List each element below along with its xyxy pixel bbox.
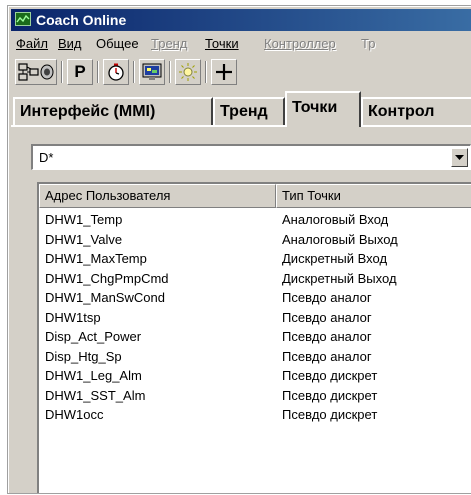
chart-window-icon [15,12,31,26]
tab-label: Тренд [220,103,268,120]
network-connect-icon [18,63,54,81]
toolbar-separator [133,61,135,83]
column-header-point-type[interactable]: Тип Точки [276,184,471,208]
table-row[interactable]: DHW1_ChgPmpCmd Дискретный Выход [39,269,471,289]
column-header-user-address[interactable]: Адрес Пользователя [39,184,276,208]
tab-strip: Интерфейс (MMI) Тренд Точки Контрол [11,91,471,131]
menu-trend-label: Тренд [151,36,188,51]
table-row[interactable]: DHW1_ManSwCond Псевдо аналог [39,288,471,308]
window-title: Coach Online [36,12,127,28]
tab-baseline [11,125,471,127]
table-row[interactable]: DHW1_Valve Аналоговый Выход [39,230,471,250]
cell-point-type: Псевдо дискрет [282,407,378,422]
cell-point-type: Псевдо аналог [282,309,372,325]
table-row[interactable]: DHW1occ Псевдо дискрет [39,405,471,425]
table-row[interactable]: DHW1_Leg_Alm Псевдо дискрет [39,366,471,386]
tab-points[interactable]: Точки [285,91,361,127]
table-row[interactable]: DHW1_SST_Alm Псевдо дискрет [39,386,471,406]
menu-controller-label: Контроллер [264,36,336,51]
connect-button[interactable] [15,59,57,85]
cell-user-address: DHW1_ChgPmpCmd [45,270,169,286]
cell-user-address: DHW1tsp [45,309,101,325]
filter-combobox[interactable]: D* [31,144,471,170]
cell-point-type: Псевдо аналог [282,329,372,344]
toolbar: P [11,59,471,87]
cell-user-address: DHW1_SST_Alm [45,387,146,403]
cell-user-address: DHW1_MaxTemp [45,251,147,266]
table-row[interactable]: DHW1_MaxTemp Дискретный Вход [39,249,471,269]
plus-icon [216,64,232,80]
menu-trend[interactable]: Тренд [148,33,190,55]
menu-general-label: Общее [96,36,139,51]
list-rows: DHW1_Temp Аналоговый Вход DHW1_Valve Аналог… [39,210,471,425]
menu-overflow[interactable]: Тр [358,33,378,55]
toolbar-separator [169,61,171,83]
menu-view[interactable]: Вид [55,33,85,55]
cell-point-type: Дискретный Выход [282,270,397,286]
menu-points[interactable]: Точки [202,33,242,55]
app-window: Coach Online Файл Вид Общее Тренд Точки … [8,6,471,493]
cell-user-address: Disp_Htg_Sp [45,348,122,364]
tab-controller[interactable]: Контрол [361,97,471,125]
timer-button[interactable] [103,59,129,85]
add-button[interactable] [211,59,237,85]
toolbar-separator [97,61,99,83]
tab-interface-mmi[interactable]: Интерфейс (MMI) [13,97,213,125]
chevron-down-icon [455,155,464,160]
cell-point-type: Псевдо аналог [282,348,372,364]
cell-user-address: DHW1_Valve [45,231,123,247]
monitor-screen-icon [142,63,162,80]
table-row[interactable]: Disp_Htg_Sp Псевдо аналог [39,347,471,367]
table-row[interactable]: DHW1_Temp Аналоговый Вход [39,210,471,230]
cell-user-address: DHW1occ [45,407,104,422]
toolbar-separator [61,61,63,83]
cell-point-type: Дискретный Вход [282,251,388,266]
filter-value: D* [39,150,54,165]
cell-point-type: Псевдо дискрет [282,368,378,383]
cell-point-type: Псевдо аналог [282,290,372,305]
tab-trend[interactable]: Тренд [213,97,285,125]
screen-button[interactable] [139,59,165,85]
tab-label: Интерфейс (MMI) [20,103,156,120]
points-p-button[interactable]: P [67,59,93,85]
cell-user-address: DHW1_ManSwCond [45,290,165,305]
menu-controller[interactable]: Контроллер [261,33,339,55]
table-row[interactable]: DHW1tsp Псевдо аналог [39,308,471,328]
menu-file[interactable]: Файл [13,33,51,55]
table-row[interactable]: Disp_Act_Power Псевдо аналог [39,327,471,347]
cell-point-type: Псевдо дискрет [282,387,378,403]
tab-label: Контрол [368,103,435,120]
list-header: Адрес Пользователя Тип Точки [39,184,471,208]
menu-view-label: Вид [58,36,82,51]
cell-user-address: DHW1_Temp [45,212,123,227]
menu-overflow-label: Тр [361,36,376,51]
toolbar-separator [205,61,207,83]
cell-user-address: DHW1_Leg_Alm [45,368,142,383]
p-letter-icon: P [74,62,86,81]
menu-points-label: Точки [205,36,239,51]
cell-point-type: Аналоговый Вход [282,212,389,227]
cell-point-type: Аналоговый Выход [282,231,398,247]
filter-dropdown-button[interactable] [451,148,468,167]
light-bulb-icon [179,63,197,81]
title-bar[interactable]: Coach Online [11,9,471,31]
stopwatch-icon [108,63,124,81]
menu-file-label: Файл [16,36,48,51]
cell-user-address: Disp_Act_Power [45,329,142,344]
light-button[interactable] [175,59,201,85]
points-list[interactable]: Адрес Пользователя Тип Точки DHW1_Temp Ан… [37,182,471,493]
menu-general[interactable]: Общее [93,33,142,55]
menu-bar: Файл Вид Общее Тренд Точки Контроллер Тр [11,33,471,55]
tab-label: Точки [292,99,338,116]
